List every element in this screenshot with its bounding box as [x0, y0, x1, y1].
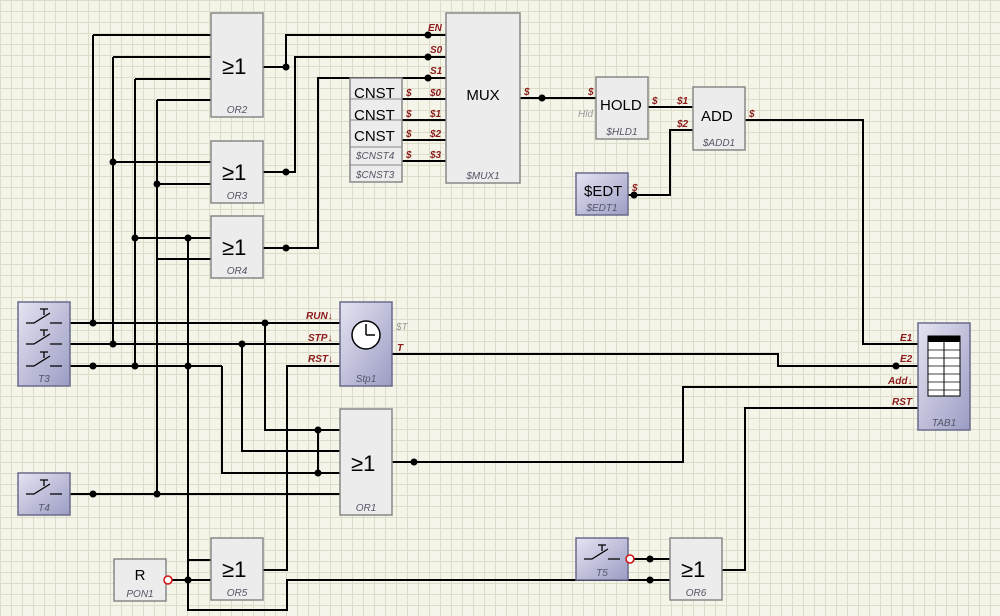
cnst-label-3: CNST — [354, 128, 395, 145]
mux-pin-s1: S1 — [430, 66, 443, 77]
tab-pin-e1: E1 — [900, 333, 913, 344]
add-in1: $1 — [676, 96, 689, 107]
mux-pin-d0: $0 — [429, 88, 442, 99]
tab-pin-add: Add↓ — [887, 376, 912, 387]
add-block[interactable]: ADD $ADD1 $1 $2 $ — [676, 86, 755, 151]
hold-hld: Hld — [578, 109, 593, 120]
pon-invert-dot — [163, 575, 173, 585]
edt-out: $ — [631, 183, 638, 194]
cnst-out-2: $ — [405, 109, 412, 120]
t3-name: T3 — [38, 374, 50, 385]
mux-pin-s0: S0 — [430, 45, 443, 56]
edt-block[interactable]: $EDT $EDT1 $ — [575, 172, 638, 216]
or6-block[interactable]: ≥1 OR6 — [669, 537, 723, 601]
mux-symbol: MUX — [466, 87, 499, 104]
t4-name: T4 — [38, 503, 50, 514]
or4-block[interactable]: ≥1 OR4 — [210, 215, 264, 279]
stopwatch-name: Stp1 — [356, 374, 377, 385]
or4-symbol: ≥1 — [222, 235, 246, 260]
stp-pin-run: RUN↓ — [306, 311, 333, 322]
hold-block[interactable]: HOLD $HLD1 $ Hld $ — [578, 76, 658, 140]
wire-v222 — [221, 366, 340, 474]
hold-name: $HLD1 — [605, 127, 637, 138]
cnst-name-3: $CNST3 — [355, 170, 395, 181]
or5-symbol: ≥1 — [222, 557, 246, 582]
cnst-blocks[interactable]: CNST CNST CNST $CNST4 $CNST3 $ $ $ $ — [349, 77, 412, 183]
or3-symbol: ≥1 — [222, 160, 246, 185]
diagram-canvas: ≥1 OR2 ≥1 OR3 ≥1 OR4 CNST CNST CNST $CNS… — [17, 12, 971, 611]
table-name: TAB1 — [932, 418, 956, 429]
cnst-out-3: $ — [405, 129, 412, 140]
or2-name: OR2 — [227, 105, 248, 116]
or1-name: OR1 — [356, 503, 377, 514]
or1-block[interactable]: ≥1 OR1 — [339, 408, 393, 516]
pon-block[interactable]: R PON1 — [113, 558, 173, 602]
wire-or2-out — [263, 34, 446, 68]
wire-stp-tab — [392, 353, 918, 367]
cnst-out-1: $ — [405, 88, 412, 99]
cnst-label-1: CNST — [354, 85, 395, 102]
stp-out-t: T — [397, 343, 404, 354]
edt-symbol: $EDT — [584, 183, 622, 200]
cnst-name-4: $CNST4 — [355, 151, 395, 162]
or2-block[interactable]: ≥1 OR2 — [210, 12, 264, 118]
add-name: $ADD1 — [702, 138, 735, 149]
t5-switch-block[interactable]: T5 — [575, 537, 635, 581]
stp-pin-stp: STP↓ — [308, 333, 332, 344]
stp-pin-rst: RST↓ — [308, 354, 333, 365]
hold-symbol: HOLD — [600, 97, 642, 114]
wire-or6-tab — [722, 407, 918, 571]
add-symbol: ADD — [701, 108, 733, 125]
or5-name: OR5 — [227, 588, 248, 599]
tab-pin-rst: RST — [892, 397, 913, 408]
t5-name: T5 — [596, 568, 608, 579]
clock-icon — [351, 320, 381, 350]
t5-invert-dot — [625, 554, 635, 564]
or3-name: OR3 — [227, 191, 248, 202]
wire-or5-stp — [263, 365, 340, 571]
add-out: $ — [748, 109, 755, 120]
tab-pin-e2: E2 — [900, 354, 913, 365]
mux-pin-d2: $2 — [429, 129, 442, 140]
wire-add-tab — [745, 119, 918, 345]
mux-pin-en: EN — [428, 23, 443, 34]
or6-name: OR6 — [686, 588, 707, 599]
or6-symbol: ≥1 — [681, 557, 705, 582]
or3-block[interactable]: ≥1 OR3 — [210, 140, 264, 204]
cnst-label-2: CNST — [354, 107, 395, 124]
or5-block[interactable]: ≥1 OR5 — [210, 537, 264, 601]
wire-or1-tab — [392, 386, 918, 463]
or1-symbol: ≥1 — [351, 451, 375, 476]
edt-name: $EDT1 — [585, 203, 617, 214]
add-in2: $2 — [676, 119, 689, 130]
mux-out: $ — [523, 87, 530, 98]
stp-out-grey: $T — [395, 322, 409, 333]
mux-pin-d3: $3 — [429, 150, 442, 161]
cnst-out-4: $ — [405, 150, 412, 161]
t4-switch-block[interactable]: T4 — [17, 472, 71, 516]
or4-name: OR4 — [227, 266, 248, 277]
hold-out: $ — [651, 96, 658, 107]
pon-symbol: R — [135, 567, 146, 584]
or2-symbol: ≥1 — [222, 54, 246, 79]
table-block[interactable]: TAB1 E1 E2 Add↓ RST — [887, 322, 971, 431]
pon-name: PON1 — [126, 589, 153, 600]
t3-switch-block[interactable]: T3 — [17, 301, 71, 387]
hold-in: $ — [587, 87, 594, 98]
table-icon — [927, 335, 961, 397]
mux-pin-d1: $1 — [429, 109, 442, 120]
mux-name: $MUX1 — [465, 171, 499, 182]
